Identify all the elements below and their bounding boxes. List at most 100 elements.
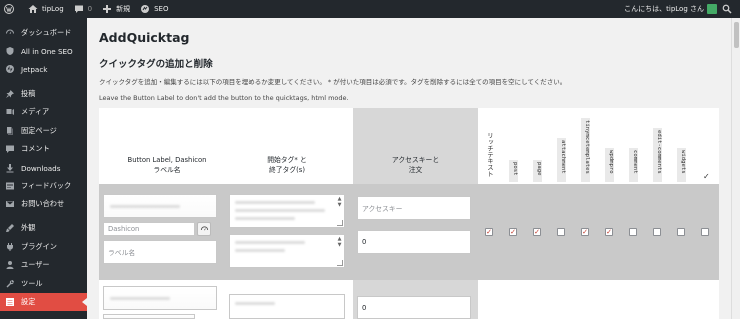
blurred-text <box>235 201 315 204</box>
column-checkbox[interactable]: ✓ <box>605 228 613 236</box>
greeting[interactable]: こんにちは、tipLog さん <box>624 4 704 14</box>
sidebar-item-users[interactable]: ユーザー <box>0 256 87 274</box>
blurred-text <box>235 209 325 212</box>
sidebar-item-label: メディア <box>21 107 50 116</box>
header-button-label: Button Label, Dashicon ラベル名 <box>107 155 227 175</box>
col-attachment[interactable]: attachment <box>557 138 566 182</box>
sidebar-item-posts[interactable]: 投稿 <box>0 85 87 103</box>
header-access-key-order: アクセスキーと 注文 <box>353 155 478 175</box>
resize-handle[interactable] <box>337 260 343 266</box>
dashicon-input[interactable]: Dashicon <box>103 222 195 236</box>
admin-sidebar: ダッシュボード All in One SEO Jetpack 投稿 メディア 固… <box>0 18 87 319</box>
sidebar-item-label: ダッシュボード <box>21 28 72 37</box>
dashicon-input[interactable] <box>103 314 195 319</box>
sidebar-item-all-in-one-seo[interactable]: All in One SEO <box>0 42 87 60</box>
pin-icon <box>6 90 14 98</box>
col-post[interactable]: post <box>509 160 518 182</box>
jetpack-icon <box>6 65 14 73</box>
comments-link[interactable]: 0 <box>74 4 92 14</box>
sidebar-item-contact[interactable]: お問い合わせ <box>0 195 87 213</box>
col-tinymcetemplates[interactable]: tinymcetemplates <box>581 118 590 182</box>
dashicon-picker-button[interactable] <box>197 222 211 236</box>
mail-icon <box>6 201 14 207</box>
page-scrollbar[interactable] <box>731 18 740 319</box>
sidebar-item-dashboard[interactable]: ダッシュボード <box>0 24 87 42</box>
sidebar-item-label: All in One SEO <box>21 46 73 56</box>
search-icon[interactable] <box>722 4 732 14</box>
access-key-input[interactable]: アクセスキー <box>357 196 471 220</box>
col-widgets[interactable]: widgets <box>677 148 686 182</box>
description: クイックタグを追加・編集するには以下の項目を埋めるか変更してください。 * が付… <box>99 78 567 86</box>
end-tag-textarea[interactable]: ▲ ▼ <box>229 234 345 268</box>
new-content-link[interactable]: 新規 <box>102 4 130 14</box>
column-checkbox[interactable]: ✓ <box>581 228 589 236</box>
seo-link[interactable]: SEO <box>140 4 169 14</box>
sidebar-item-label: プラグイン <box>21 242 57 251</box>
sidebar-item-label: Downloads <box>21 163 61 173</box>
header-text: 終了タグ(s) <box>268 166 306 174</box>
header-text: 注文 <box>408 166 423 174</box>
plugin-icon <box>7 243 13 251</box>
comment-bubble-icon <box>74 5 83 13</box>
brush-icon <box>6 224 14 232</box>
label-name-input[interactable]: ラベル名 <box>103 240 217 264</box>
site-name: tipLog <box>42 5 64 13</box>
column-checkbox[interactable] <box>629 228 637 236</box>
col-wpdmpro[interactable]: wpdmpro <box>605 148 614 182</box>
start-tag-textarea[interactable]: ▲ ▼ <box>229 194 345 228</box>
avatar[interactable] <box>707 4 717 14</box>
button-label-input[interactable] <box>103 194 217 218</box>
sidebar-item-downloads[interactable]: Downloads <box>0 159 87 177</box>
order-input[interactable]: 0 <box>357 296 471 319</box>
resize-handle[interactable] <box>337 220 343 226</box>
sidebar-item-label: コメント <box>21 144 50 153</box>
sidebar-item-comments[interactable]: コメント <box>0 140 87 158</box>
sidebar-item-pages[interactable]: 固定ページ <box>0 122 87 140</box>
sidebar-item-label: ツール <box>21 279 43 288</box>
header-start-end-tag: 開始タグ* と 終了タグ(s) <box>227 155 347 175</box>
seo-badge-icon <box>141 5 150 13</box>
wordpress-logo-icon[interactable] <box>4 4 18 14</box>
header-text: Button Label, Dashicon <box>127 156 207 164</box>
seo-icon <box>6 47 14 55</box>
sidebar-item-feedback[interactable]: フィードバック <box>0 177 87 195</box>
select-all-checkmark[interactable]: ✓ <box>703 172 710 181</box>
textarea-scrollbar[interactable]: ▲ ▼ <box>336 196 343 208</box>
column-checkbox[interactable]: ✓ <box>509 228 517 236</box>
col-page[interactable]: page <box>533 160 542 182</box>
site-name-link[interactable]: tipLog <box>28 4 64 14</box>
blurred-text <box>235 217 295 220</box>
sidebar-item-appearance[interactable]: 外観 <box>0 219 87 237</box>
column-checkbox[interactable] <box>653 228 661 236</box>
main-content: AddQuicktag クイックタグの追加と削除 クイックタグを追加・編集するに… <box>87 18 740 319</box>
column-checkbox[interactable]: ✓ <box>485 228 493 236</box>
blurred-text <box>110 297 170 300</box>
textarea-scrollbar[interactable]: ▲ ▼ <box>336 236 343 248</box>
quicktag-table: Button Label, Dashicon ラベル名 開始タグ* と 終了タグ… <box>99 108 719 319</box>
dashboard-icon <box>200 225 208 230</box>
sidebar-item-settings[interactable]: 設定 <box>0 293 87 311</box>
blurred-text <box>235 302 275 305</box>
column-checkbox[interactable] <box>701 228 709 236</box>
sidebar-item-label: フィードバック <box>21 181 72 190</box>
col-comment[interactable]: comment <box>629 148 638 182</box>
sidebar-item-media[interactable]: メディア <box>0 103 87 121</box>
column-checkbox[interactable]: ✓ <box>533 228 541 236</box>
col-rich-text[interactable]: リッチテキスト <box>485 130 495 180</box>
header-text: ラベル名 <box>153 166 181 174</box>
settings-icon <box>6 298 14 306</box>
access-key-placeholder: アクセスキー <box>362 205 403 213</box>
scrollbar-thumb[interactable] <box>734 22 739 48</box>
sidebar-item-tools[interactable]: ツール <box>0 275 87 293</box>
col-edit-comments[interactable]: edit-comments <box>653 128 662 182</box>
media-icon <box>6 109 14 115</box>
sidebar-item-jetpack[interactable]: Jetpack <box>0 60 87 78</box>
button-label-input[interactable] <box>103 286 217 310</box>
start-tag-textarea[interactable] <box>229 294 345 319</box>
seo-label: SEO <box>154 5 169 13</box>
order-input[interactable]: 0 <box>357 230 471 254</box>
column-checkbox[interactable] <box>677 228 685 236</box>
sidebar-item-plugins[interactable]: プラグイン <box>0 238 87 256</box>
column-checkbox[interactable] <box>557 228 565 236</box>
comments-count: 0 <box>87 5 93 13</box>
